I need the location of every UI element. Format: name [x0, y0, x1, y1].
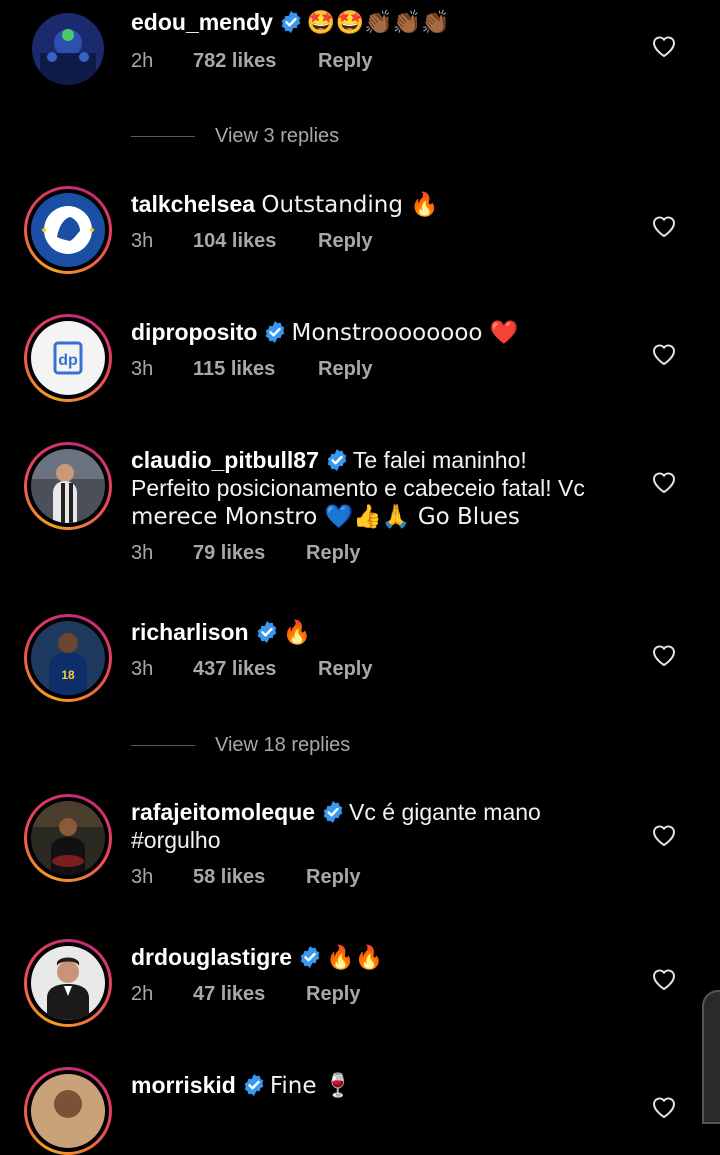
comment-meta: 3h 115 likes Reply — [131, 358, 372, 381]
scrollbar-handle[interactable] — [702, 990, 720, 1124]
verified-badge-icon — [242, 1073, 266, 1097]
view-replies-button[interactable]: View 18 replies — [131, 734, 350, 757]
comment-body: Fine 🍷 — [269, 1073, 353, 1099]
username[interactable]: edou_mendy — [131, 9, 273, 35]
likes-count[interactable]: 782 likes — [193, 50, 318, 73]
view-replies-label: View 18 replies — [215, 734, 351, 756]
avatar-image — [31, 193, 105, 267]
avatar[interactable] — [24, 939, 112, 1027]
divider — [131, 136, 195, 137]
avatar[interactable]: 18 — [24, 614, 112, 702]
reply-button[interactable]: Reply — [306, 983, 360, 1006]
comment-body-line: merece Monstro 💙👍🙏 Go Blues — [131, 504, 520, 530]
likes-count[interactable]: 47 likes — [193, 983, 306, 1006]
heart-icon[interactable] — [651, 34, 677, 58]
avatar[interactable] — [24, 442, 112, 530]
comment-body: 🔥🔥 — [326, 945, 384, 971]
avatar[interactable] — [32, 13, 104, 85]
comment-text: talkchelsea Outstanding 🔥 — [131, 190, 631, 219]
comment-meta: 3h 58 likes Reply — [131, 866, 360, 889]
comment-body: 🤩🤩👏🏾👏🏾👏🏾 — [306, 10, 451, 36]
likes-count[interactable]: 58 likes — [193, 866, 306, 889]
verified-badge-icon — [263, 320, 287, 344]
heart-icon[interactable] — [651, 470, 677, 494]
heart-icon[interactable] — [651, 967, 677, 991]
timestamp: 3h — [131, 866, 154, 888]
timestamp: 3h — [131, 542, 154, 564]
svg-text:18: 18 — [61, 668, 75, 682]
avatar[interactable] — [24, 186, 112, 274]
verified-badge-icon — [321, 800, 345, 824]
comment-text: edou_mendy 🤩🤩👏🏾👏🏾👏🏾 — [131, 8, 631, 37]
timestamp: 3h — [131, 230, 154, 252]
avatar-image: dp — [31, 321, 105, 395]
likes-count[interactable]: 115 likes — [193, 358, 318, 381]
comment-meta: 3h 104 likes Reply — [131, 230, 372, 253]
avatar-image — [31, 946, 105, 1020]
comment-body-line: #orgulho — [131, 827, 221, 853]
reply-button[interactable]: Reply — [306, 542, 360, 565]
likes-count[interactable]: 79 likes — [193, 542, 306, 565]
comment-body: 🔥 — [282, 620, 312, 646]
timestamp: 3h — [131, 358, 154, 380]
avatar-image — [32, 13, 104, 85]
comment-body-line: Perfeito posicionamento e cabeceio fatal… — [131, 475, 585, 501]
username[interactable]: diproposito — [131, 319, 257, 345]
comment-body: Monstroooooooo ❤️ — [291, 320, 519, 346]
reply-button[interactable]: Reply — [318, 230, 372, 253]
verified-badge-icon — [325, 448, 349, 472]
avatar[interactable] — [24, 794, 112, 882]
comment-body: Outstanding 🔥 — [261, 192, 439, 218]
comment-text: claudio_pitbull87 Te falei maninho! Perfe… — [131, 446, 631, 531]
svg-text:dp: dp — [58, 352, 78, 369]
verified-badge-icon — [298, 945, 322, 969]
timestamp: 2h — [131, 983, 154, 1005]
comment-meta: 2h 47 likes Reply — [131, 983, 360, 1006]
comment-body: Vc é gigante mano — [349, 799, 541, 825]
comment-meta: 3h 79 likes Reply — [131, 542, 360, 565]
heart-icon[interactable] — [651, 214, 677, 238]
heart-icon[interactable] — [651, 1095, 677, 1119]
username[interactable]: claudio_pitbull87 — [131, 447, 319, 473]
heart-icon[interactable] — [651, 823, 677, 847]
username[interactable]: drdouglastigre — [131, 944, 292, 970]
avatar[interactable]: dp — [24, 314, 112, 402]
reply-button[interactable]: Reply — [318, 358, 372, 381]
likes-count[interactable]: 437 likes — [193, 658, 318, 681]
avatar-image — [31, 801, 105, 875]
username[interactable]: rafajeitomoleque — [131, 799, 315, 825]
username[interactable]: morriskid — [131, 1072, 236, 1098]
heart-icon[interactable] — [651, 342, 677, 366]
comment-meta: 2h 782 likes Reply — [131, 50, 372, 73]
reply-button[interactable]: Reply — [306, 866, 360, 889]
username[interactable]: talkchelsea — [131, 191, 255, 217]
timestamp: 3h — [131, 658, 154, 680]
likes-count[interactable]: 104 likes — [193, 230, 318, 253]
comment-text: morriskid Fine 🍷 — [131, 1071, 631, 1100]
username[interactable]: richarlison — [131, 619, 249, 645]
comment-meta: 3h 437 likes Reply — [131, 658, 372, 681]
avatar-image: 18 — [31, 621, 105, 695]
comment-body: Te falei maninho! — [352, 447, 527, 473]
reply-button[interactable]: Reply — [318, 658, 372, 681]
avatar[interactable] — [24, 1067, 112, 1155]
verified-badge-icon — [279, 10, 303, 34]
comment-text: drdouglastigre 🔥🔥 — [131, 943, 631, 972]
view-replies-label: View 3 replies — [215, 125, 340, 147]
avatar-image — [31, 1074, 105, 1148]
comment-text: richarlison 🔥 — [131, 618, 631, 647]
comment-text: diproposito Monstroooooooo ❤️ — [131, 318, 631, 347]
timestamp: 2h — [131, 50, 154, 72]
avatar-image — [31, 449, 105, 523]
divider — [131, 745, 195, 746]
reply-button[interactable]: Reply — [318, 50, 372, 73]
comment-text: rafajeitomoleque Vc é gigante mano #orgul… — [131, 798, 631, 854]
view-replies-button[interactable]: View 3 replies — [131, 125, 339, 148]
heart-icon[interactable] — [651, 643, 677, 667]
verified-badge-icon — [255, 620, 279, 644]
